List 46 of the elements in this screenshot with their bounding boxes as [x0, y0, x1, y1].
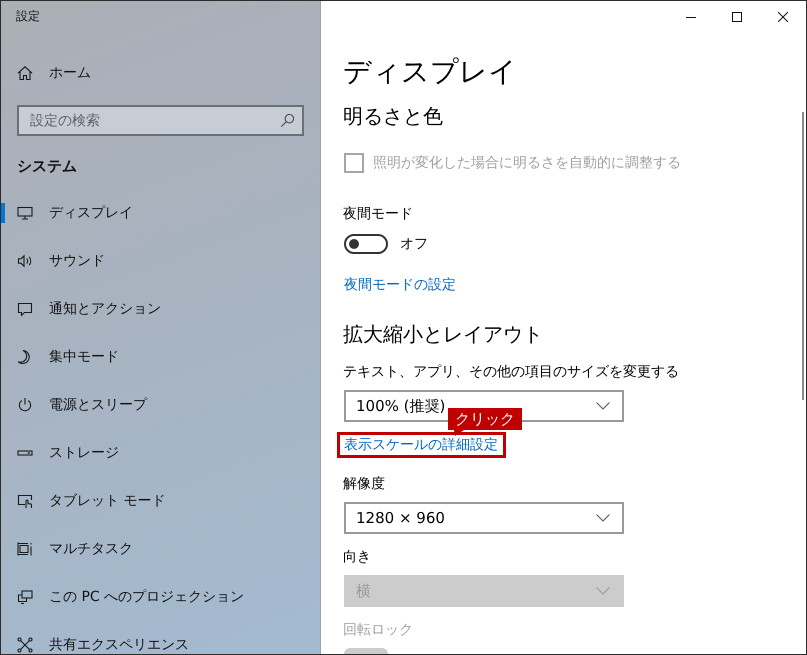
dropdown[interactable]: 1280 × 960	[344, 502, 624, 534]
multitask-icon	[17, 541, 33, 557]
setting-label: 夜間モード	[343, 205, 413, 224]
section-heading: 拡大縮小とレイアウト	[343, 321, 543, 348]
section-heading: システム	[17, 156, 77, 176]
speaker-icon	[17, 253, 33, 269]
page-title: ディスプレイ	[343, 54, 517, 90]
callout-label: クリック	[448, 408, 522, 436]
setting-label: 解像度	[343, 475, 385, 494]
nav-item[interactable]: 集中モード	[1, 347, 244, 367]
chevron-icon	[596, 514, 610, 522]
power-icon	[17, 397, 33, 413]
nav-item[interactable]: サウンド	[1, 251, 244, 271]
chevron-icon	[596, 402, 610, 410]
nav-item[interactable]: ディスプレイ	[1, 203, 244, 223]
link[interactable]: 表示スケールの詳細設定	[344, 435, 498, 455]
monitor-icon	[17, 205, 33, 221]
nav-item[interactable]: この PC へのプロジェクション	[1, 587, 244, 607]
nav-item[interactable]: ストレージ	[1, 443, 244, 463]
toggle-switch[interactable]	[344, 234, 388, 254]
checkbox-label: 照明が変化した場合に明るさを自動的に調整する	[373, 154, 681, 173]
home-icon	[17, 65, 33, 81]
window-title: 設定	[16, 9, 40, 23]
section-heading: 明るさと色	[343, 103, 443, 130]
nav-item[interactable]: マルチタスク	[1, 539, 244, 559]
scrollbar-thumb[interactable]	[802, 112, 804, 400]
search-field[interactable]: 設定の検索	[17, 105, 304, 136]
tablet-hand-icon	[17, 493, 33, 509]
home-nav-item[interactable]: ホーム	[1, 63, 91, 83]
speech-bubble-icon	[17, 301, 33, 317]
nav-item[interactable]: タブレット モード	[1, 491, 244, 511]
maximize-icon	[732, 12, 742, 22]
search-icon	[280, 113, 295, 128]
toggle-state-label: オフ	[400, 235, 428, 254]
nav-item[interactable]: 共有エクスペリエンス	[1, 635, 244, 654]
link[interactable]: 夜間モードの設定	[344, 275, 456, 295]
nav-item[interactable]: 通知とアクション	[1, 299, 244, 319]
connected-nodes-icon	[17, 637, 33, 653]
setting-label: テキスト、アプリ、その他の項目のサイズを変更する	[343, 363, 679, 382]
setting-label: 向き	[343, 548, 371, 567]
close-icon	[778, 12, 788, 22]
chevron-icon	[596, 587, 610, 595]
screens-icon	[17, 589, 33, 605]
minimize-icon	[686, 16, 696, 18]
nav-item[interactable]: 電源とスリープ	[1, 395, 244, 415]
setting-label: 回転ロック	[343, 621, 413, 640]
